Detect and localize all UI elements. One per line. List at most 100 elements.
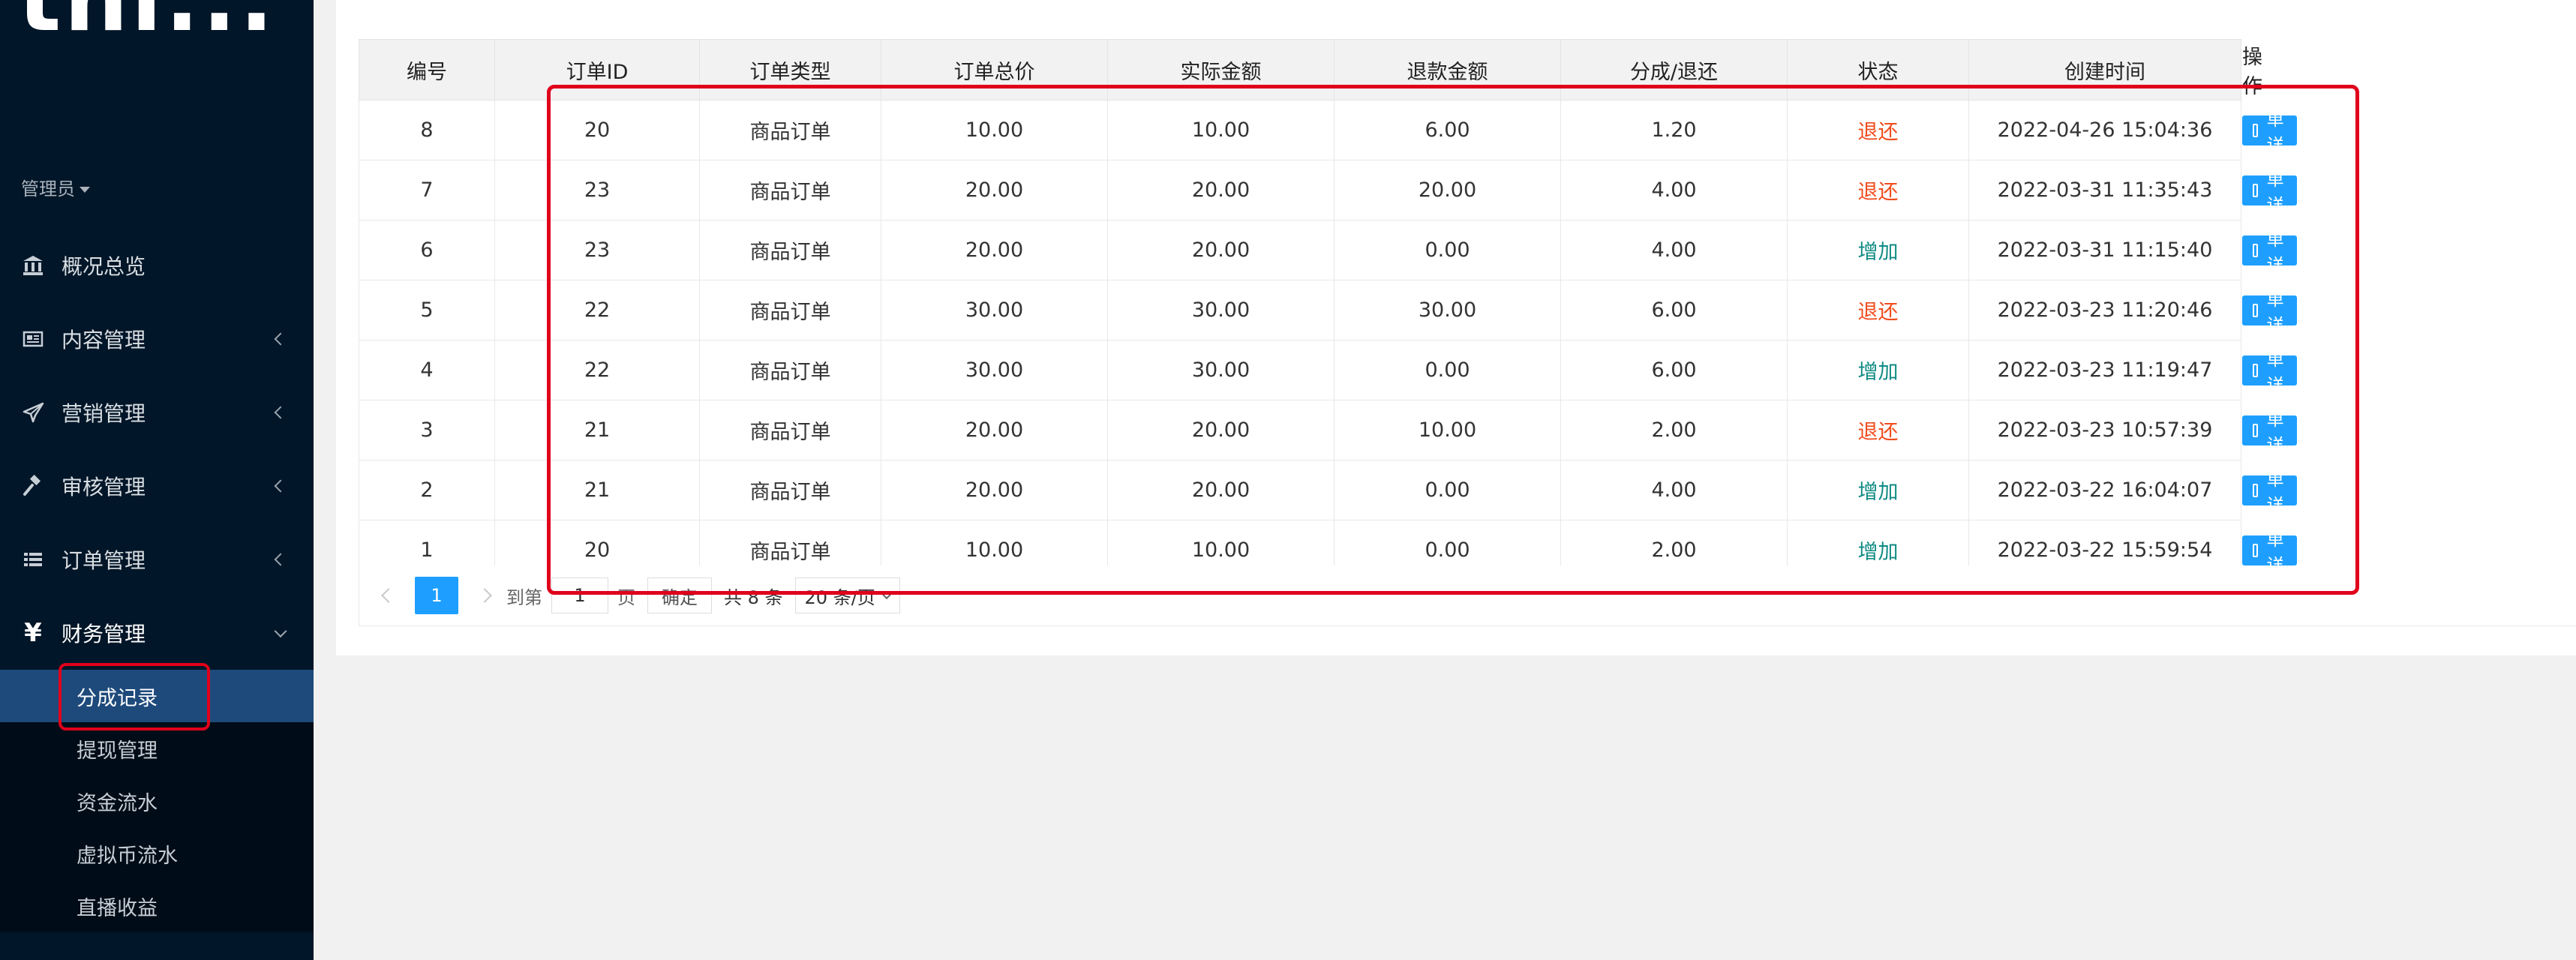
- page-size-select[interactable]: 20 条/页: [794, 578, 900, 614]
- cell-status: 增加: [1787, 460, 1969, 520]
- cell-actual: 30.00: [1107, 280, 1335, 340]
- cell-no: 7: [359, 160, 495, 220]
- cell-status: 退还: [1787, 100, 1969, 160]
- page-button-current[interactable]: 1: [415, 577, 458, 614]
- table-row: 2 21 商品订单 20.00 20.00 0.00 4.00 增加 2022-03-22 16…: [359, 445, 2576, 541]
- order-detail-button[interactable]: 订单详情: [2242, 505, 2297, 601]
- yen-icon: ¥: [24, 618, 42, 648]
- cell-order-id: 22: [494, 340, 700, 400]
- user-role-dropdown[interactable]: 管理员: [21, 174, 90, 200]
- chevron-left-icon: [274, 553, 287, 566]
- table-row: 6 23 商品订单 20.00 20.00 0.00 4.00 增加 2022-03-31 11…: [359, 205, 2576, 301]
- cell-order-id: 21: [494, 460, 700, 520]
- cell-refund: 30.00: [1334, 280, 1561, 340]
- sidebar-item-label: 财务管理: [62, 622, 146, 646]
- paper-plane-icon: [20, 399, 47, 426]
- bank-icon: [20, 252, 47, 279]
- goto-label: 到第: [506, 586, 542, 608]
- cell-total: 20.00: [881, 400, 1108, 460]
- cell-total: 20.00: [881, 460, 1108, 520]
- document-icon: [2253, 423, 2259, 437]
- cell-no: 3: [359, 400, 495, 460]
- col-header-refund: 退款金额: [1334, 39, 1561, 100]
- sidebar: thi... 管理员 概况总览 内容管理 营销管理: [0, 0, 314, 960]
- sidebar-item-live-earnings[interactable]: 直播收益: [0, 880, 314, 932]
- sidebar-item-content[interactable]: 内容管理: [0, 302, 314, 376]
- cell-share: 4.00: [1560, 220, 1788, 280]
- cell-order-type: 商品订单: [699, 280, 881, 340]
- col-header-total: 订单总价: [881, 39, 1108, 100]
- cell-share: 1.20: [1560, 100, 1788, 160]
- cell-status: 退还: [1787, 400, 1969, 460]
- sidebar-item-fund-flow[interactable]: 资金流水: [0, 775, 314, 827]
- cell-order-type: 商品订单: [699, 340, 881, 400]
- cell-created: 2022-03-23 11:20:46: [1968, 280, 2241, 340]
- cell-actual: 30.00: [1107, 340, 1335, 400]
- document-icon: [2253, 543, 2259, 557]
- chevron-down-icon: [274, 625, 287, 638]
- document-icon: [2253, 303, 2259, 317]
- page-unit-label: 页: [617, 586, 635, 608]
- sidebar-item-commission-records[interactable]: 分成记录: [0, 670, 314, 722]
- col-header-created: 创建时间: [1968, 39, 2241, 100]
- sub-item-label: 分成记录: [77, 686, 158, 710]
- caret-down-icon: [881, 588, 892, 600]
- list-icon: [20, 546, 47, 573]
- col-header-share: 分成/退还: [1560, 39, 1788, 100]
- cell-created: 2022-03-23 11:19:47: [1968, 340, 2241, 400]
- table-row: 8 20 商品订单 10.00 10.00 6.00 1.20 退还 2022-04-26 15…: [359, 85, 2576, 181]
- cell-actual: 20.00: [1107, 160, 1335, 220]
- cell-created: 2022-04-26 15:04:36: [1968, 100, 2241, 160]
- sidebar-item-marketing[interactable]: 营销管理: [0, 376, 314, 449]
- cell-created: 2022-03-22 16:04:07: [1968, 460, 2241, 520]
- chevron-right-icon[interactable]: [477, 588, 492, 603]
- cell-actual: 20.00: [1107, 220, 1335, 280]
- chevron-left-icon[interactable]: [381, 588, 396, 603]
- cell-created: 2022-03-31 11:15:40: [1968, 220, 2241, 280]
- cell-total: 30.00: [881, 340, 1108, 400]
- cell-no: 4: [359, 340, 495, 400]
- document-icon: [2253, 123, 2259, 137]
- sidebar-item-overview[interactable]: 概况总览: [0, 229, 314, 302]
- cell-share: 2.00: [1560, 400, 1788, 460]
- cell-order-type: 商品订单: [699, 400, 881, 460]
- col-header-order-type: 订单类型: [699, 39, 881, 100]
- page-size-label: 20 条/页: [804, 586, 875, 608]
- cell-order-id: 21: [494, 400, 700, 460]
- sidebar-menu: 概况总览 内容管理 营销管理 审核管理 订单管理 ¥ 财务管理 分成记录 提现管…: [0, 229, 314, 932]
- pagination: 1 到第 1 页 确定 共 8 条 20 条/页: [359, 566, 2576, 626]
- cell-share: 6.00: [1560, 340, 1788, 400]
- sidebar-item-label: 营销管理: [62, 401, 146, 426]
- chevron-left-icon: [274, 479, 287, 493]
- col-header-actual: 实际金额: [1107, 39, 1335, 100]
- cell-status: 增加: [1787, 340, 1969, 400]
- sidebar-item-orders[interactable]: 订单管理: [0, 523, 314, 596]
- cell-no: 5: [359, 280, 495, 340]
- sidebar-item-finance[interactable]: ¥ 财务管理: [0, 596, 314, 670]
- sidebar-item-label: 概况总览: [62, 254, 146, 279]
- sub-item-label: 资金流水: [77, 791, 158, 815]
- sub-item-label: 提现管理: [77, 739, 158, 763]
- sidebar-item-withdrawals[interactable]: 提现管理: [0, 722, 314, 775]
- cell-share: 4.00: [1560, 160, 1788, 220]
- cell-no: 8: [359, 100, 495, 160]
- user-role-label: 管理员: [21, 178, 75, 200]
- cell-share: 6.00: [1560, 280, 1788, 340]
- cell-no: 6: [359, 220, 495, 280]
- document-icon: [2253, 243, 2259, 257]
- cell-refund: 20.00: [1334, 160, 1561, 220]
- chevron-left-icon: [274, 406, 287, 419]
- cell-total: 30.00: [881, 280, 1108, 340]
- cell-no: 2: [359, 460, 495, 520]
- sidebar-item-virtual-coin-flow[interactable]: 虚拟币流水: [0, 827, 314, 880]
- cell-order-type: 商品订单: [699, 460, 881, 520]
- total-count: 共 8 条: [724, 586, 783, 608]
- cell-status: 增加: [1787, 220, 1969, 280]
- goto-page-input[interactable]: 1: [551, 578, 608, 614]
- table-header-row: 编号 订单ID 订单类型 订单总价 实际金额 退款金额 分成/退还 状态 创建时…: [359, 39, 2576, 100]
- goto-confirm-button[interactable]: 确定: [647, 578, 712, 614]
- cell-actual: 10.00: [1107, 100, 1335, 160]
- sidebar-item-review[interactable]: 审核管理: [0, 449, 314, 523]
- sub-item-label: 直播收益: [77, 896, 158, 920]
- gavel-icon: [20, 472, 47, 500]
